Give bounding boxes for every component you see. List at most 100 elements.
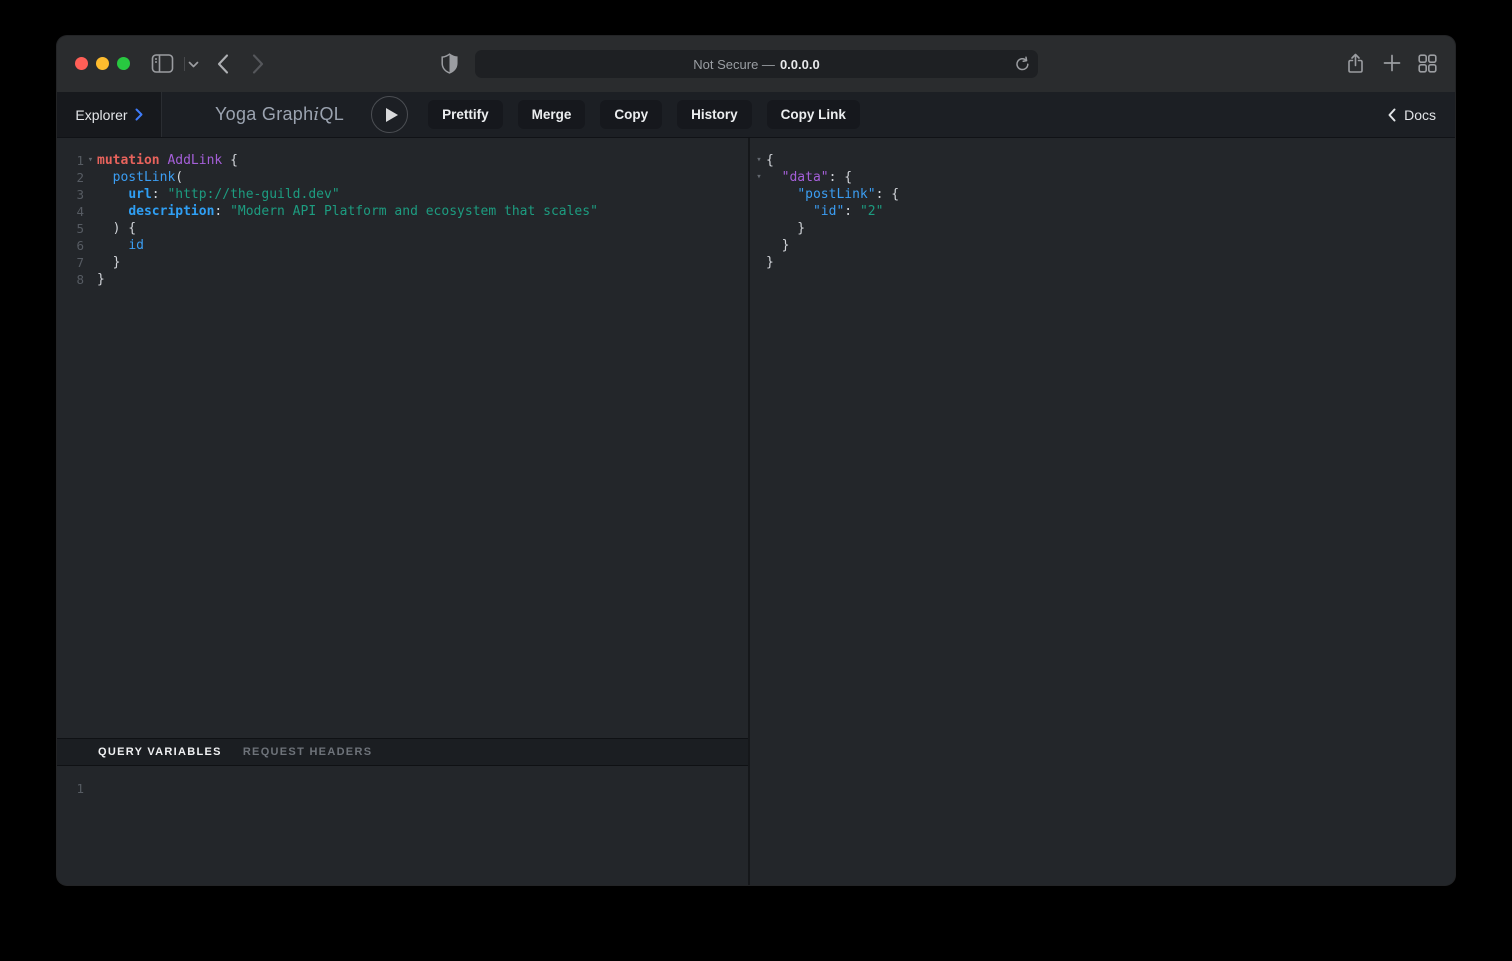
code-line: 3 url: "http://the-guild.dev" [57, 186, 748, 203]
history-button[interactable]: History [677, 100, 752, 129]
code-token [97, 204, 128, 219]
line-number: 6 [57, 237, 84, 254]
toolbar-buttons: Prettify Merge Copy History Copy Link [428, 100, 860, 129]
chevron-down-icon[interactable] [188, 61, 199, 68]
response-pane: ▾{▾ "data": { "postLink": { "id": "2" } … [750, 138, 1455, 885]
docs-button[interactable]: Docs [1388, 107, 1436, 123]
zoom-button[interactable] [117, 57, 130, 70]
fold-arrow-icon[interactable]: ▾ [84, 152, 97, 169]
reload-button[interactable] [1015, 56, 1030, 72]
code-token: description [128, 204, 214, 219]
request-headers-tab[interactable]: REQUEST HEADERS [243, 746, 373, 758]
code-line: "postLink": { [752, 186, 1455, 203]
query-code[interactable]: 1▾mutation AddLink {2 postLink(3 url: "h… [57, 138, 748, 288]
query-variables-tab[interactable]: QUERY VARIABLES [98, 746, 222, 758]
forward-button[interactable] [252, 54, 264, 74]
fold-gutter [84, 220, 97, 237]
app-title: Yoga GraphiQL [215, 104, 344, 125]
line-number: 1 [57, 780, 84, 797]
code-token: "postLink" [797, 187, 875, 202]
explorer-toggle[interactable]: Explorer [57, 92, 162, 137]
new-tab-button[interactable] [1383, 54, 1401, 72]
code-token: ( [175, 170, 183, 185]
play-icon [386, 108, 398, 122]
browser-window: Not Secure — 0.0.0.0 [57, 36, 1455, 885]
sidebar-toggle-button[interactable] [151, 53, 174, 74]
fold-gutter [84, 237, 97, 254]
fold-gutter [84, 780, 97, 797]
code-token: "id" [813, 204, 844, 219]
code-text: { [766, 152, 774, 169]
query-editor[interactable]: 1▾mutation AddLink {2 postLink(3 url: "h… [57, 138, 748, 738]
url-field[interactable]: Not Secure — 0.0.0.0 [475, 50, 1038, 78]
code-text: "data": { [766, 169, 852, 186]
copy-button[interactable]: Copy [600, 100, 662, 129]
fold-gutter [84, 271, 97, 288]
code-line: 7 } [57, 254, 748, 271]
code-token: "Modern API Platform and ecosystem that … [230, 204, 598, 219]
fold-arrow-icon[interactable]: ▾ [752, 152, 766, 169]
tab-overview-button[interactable] [1418, 54, 1437, 73]
code-token: } [97, 272, 105, 287]
code-token: "http://the-guild.dev" [167, 187, 339, 202]
code-token: : [214, 204, 230, 219]
code-token [97, 238, 128, 253]
code-token: { [766, 153, 774, 168]
line-number: 1 [57, 152, 84, 169]
code-token: mutation [97, 153, 160, 168]
code-token [766, 204, 813, 219]
variables-tab-bar: QUERY VARIABLES REQUEST HEADERS [57, 738, 748, 766]
chevron-left-icon [1388, 108, 1396, 122]
share-button[interactable] [1346, 53, 1365, 74]
code-token: postLink [113, 170, 176, 185]
code-line: ▾{ [752, 152, 1455, 169]
code-line: } [752, 220, 1455, 237]
code-token: } [766, 238, 789, 253]
fold-gutter [84, 203, 97, 220]
code-line: ▾ "data": { [752, 169, 1455, 186]
copy-link-button[interactable]: Copy Link [767, 100, 860, 129]
variables-editor[interactable]: 1 [57, 766, 748, 885]
code-text: } [766, 220, 805, 237]
line-number: 4 [57, 203, 84, 220]
execute-query-button[interactable] [371, 96, 408, 133]
code-line: 1▾mutation AddLink { [57, 152, 748, 169]
code-text: id [97, 237, 144, 254]
code-token: url [128, 187, 151, 202]
minimize-button[interactable] [96, 57, 109, 70]
code-line: } [752, 254, 1455, 271]
code-token: } [766, 255, 774, 270]
code-token [97, 187, 128, 202]
code-line: 1 [57, 780, 748, 797]
back-button[interactable] [217, 54, 229, 74]
code-token: : { [876, 187, 899, 202]
code-text: } [97, 254, 120, 271]
code-token: : [844, 204, 860, 219]
fold-arrow-icon[interactable]: ▾ [752, 169, 766, 186]
title-bar: Not Secure — 0.0.0.0 [57, 36, 1455, 92]
url-security-label: Not Secure — [693, 57, 775, 72]
code-token: id [128, 238, 144, 253]
privacy-shield-icon[interactable] [441, 53, 458, 74]
code-text: mutation AddLink { [97, 152, 238, 169]
code-text: "id": "2" [766, 203, 883, 220]
fold-gutter [84, 254, 97, 271]
prettify-button[interactable]: Prettify [428, 100, 503, 129]
code-token: } [97, 255, 120, 270]
app-title-pre: Yoga Graph [215, 104, 313, 124]
left-pane: 1▾mutation AddLink {2 postLink(3 url: "h… [57, 138, 748, 885]
merge-button[interactable]: Merge [518, 100, 586, 129]
code-text: } [766, 237, 789, 254]
close-button[interactable] [75, 57, 88, 70]
line-number: 8 [57, 271, 84, 288]
fold-gutter [752, 203, 766, 220]
code-token: AddLink [167, 153, 222, 168]
code-text: } [766, 254, 774, 271]
code-line: 4 description: "Modern API Platform and … [57, 203, 748, 220]
docs-label: Docs [1404, 107, 1436, 123]
code-line: 6 id [57, 237, 748, 254]
fold-gutter [752, 254, 766, 271]
main-content: 1▾mutation AddLink {2 postLink(3 url: "h… [57, 138, 1455, 885]
url-host: 0.0.0.0 [780, 57, 820, 72]
code-line: 5 ) { [57, 220, 748, 237]
